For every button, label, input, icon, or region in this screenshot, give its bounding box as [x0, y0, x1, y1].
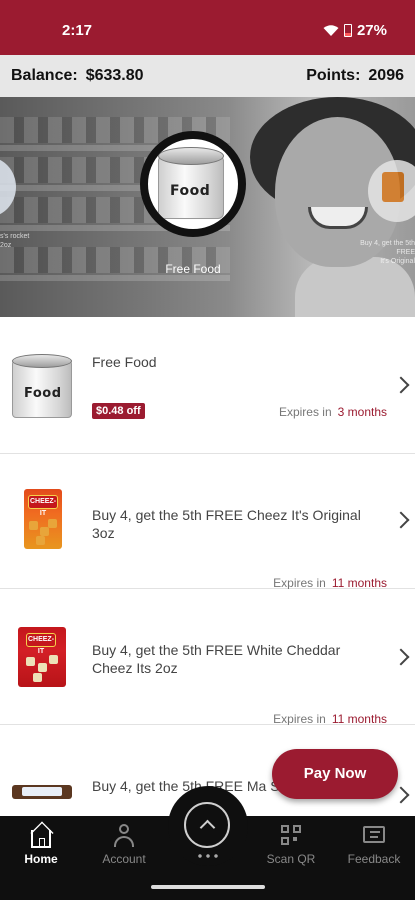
can-label: Food: [24, 386, 62, 401]
expires-label: Expires in: [273, 576, 326, 590]
account-icon: [111, 824, 137, 848]
food-can-image: Food: [152, 145, 232, 225]
offer-expiry: Expires in 3 months: [279, 405, 387, 419]
balance: Balance: $633.80: [11, 67, 144, 85]
expires-label: Expires in: [273, 712, 326, 726]
bag-logo: CHEEZ-IT: [26, 633, 56, 655]
offer-title: Free Food: [92, 354, 157, 370]
battery-percent: 27%: [356, 22, 387, 39]
nav-scan-qr[interactable]: Scan QR: [250, 824, 332, 866]
cracker: [36, 536, 45, 545]
center-action-button[interactable]: [168, 786, 248, 866]
points-label: Points:: [306, 67, 361, 84]
nav-home-label: Home: [24, 852, 58, 866]
chevron-up-shape: [199, 819, 216, 836]
home-icon: [28, 824, 54, 848]
chip-bag-image: [382, 172, 404, 202]
carousel-prev-caption: s's rocket 2oz: [0, 233, 30, 249]
carousel-selected-label: Free Food: [165, 262, 221, 276]
nav-account[interactable]: Account: [83, 824, 165, 866]
status-time: 2:17: [62, 22, 93, 39]
nav-scan-qr-label: Scan QR: [266, 852, 316, 866]
candy-bar-image: [12, 785, 72, 799]
bag-logo: CHEEZ-IT: [28, 495, 58, 517]
banner-person-neck: [295, 257, 415, 317]
offer-expiry: Expires in 11 months: [273, 576, 387, 590]
balance-value: $633.80: [85, 67, 144, 84]
dots-icon: [196, 854, 222, 858]
hero-banner: s's rocket 2oz Food Free Food Buy 4, get…: [0, 97, 415, 317]
status-indicators: 27%: [323, 22, 387, 39]
battery-icon: [343, 24, 352, 37]
nav-home[interactable]: Home: [0, 824, 82, 866]
offer-title: Buy 4, get the 5th FREE Cheez It's Origi…: [92, 507, 361, 541]
chevron-right-icon: [392, 648, 410, 666]
cracker: [38, 663, 47, 672]
status-bar: 2:17 27%: [0, 0, 415, 55]
expires-value: 11 months: [331, 712, 387, 726]
wifi-icon: [323, 24, 339, 36]
offer-title: Buy 4, get the 5th FREE White Cheddar Ch…: [92, 642, 341, 676]
discount-badge: $0.48 off: [92, 403, 145, 419]
cracker: [29, 521, 38, 530]
carousel-next-caption: Buy 4, get the 5th FREE It's Original: [360, 240, 415, 265]
feedback-icon: [361, 824, 387, 848]
cheez-it-bag-image: CHEEZ-IT: [24, 489, 62, 549]
chevron-up-icon: [184, 802, 230, 848]
points-value: 2096: [368, 67, 404, 84]
nav-feedback-label: Feedback: [347, 852, 401, 866]
food-can-image: Food: [10, 352, 74, 418]
system-home-indicator[interactable]: [151, 885, 265, 889]
nav-account-label: Account: [102, 852, 146, 866]
cracker: [26, 657, 35, 666]
expires-value: 3 months: [337, 405, 387, 419]
carousel-item-selected[interactable]: Food: [140, 131, 246, 237]
expires-label: Expires in: [278, 405, 332, 419]
chevron-right-icon: [392, 511, 410, 529]
cheez-it-white-cheddar-bag-image: CHEEZ-IT: [18, 627, 66, 687]
can-label: Food: [170, 183, 211, 199]
cracker: [40, 527, 49, 536]
balance-label: Balance:: [11, 67, 78, 84]
pay-now-button[interactable]: Pay Now: [272, 749, 398, 799]
offer-item[interactable]: CHEEZ-IT Buy 4, get the 5th FREE White C…: [0, 589, 415, 726]
chevron-right-icon: [392, 376, 410, 394]
balance-bar: Balance: $633.80 Points: 2096: [0, 55, 415, 97]
offer-expiry: Expires in 11 months: [273, 712, 387, 726]
offer-item[interactable]: CHEEZ-IT Buy 4, get the 5th FREE Cheez I…: [0, 454, 415, 590]
cracker: [33, 673, 42, 682]
cracker: [48, 519, 57, 528]
cracker: [49, 655, 58, 664]
offer-item[interactable]: Food Free Food $0.48 off Expires in 3 mon…: [0, 318, 415, 454]
chevron-right-icon: [392, 786, 410, 804]
expires-value: 11 months: [331, 576, 387, 590]
nav-feedback[interactable]: Feedback: [333, 824, 415, 866]
points: Points: 2096: [306, 67, 404, 85]
qr-code-icon: [278, 824, 304, 848]
